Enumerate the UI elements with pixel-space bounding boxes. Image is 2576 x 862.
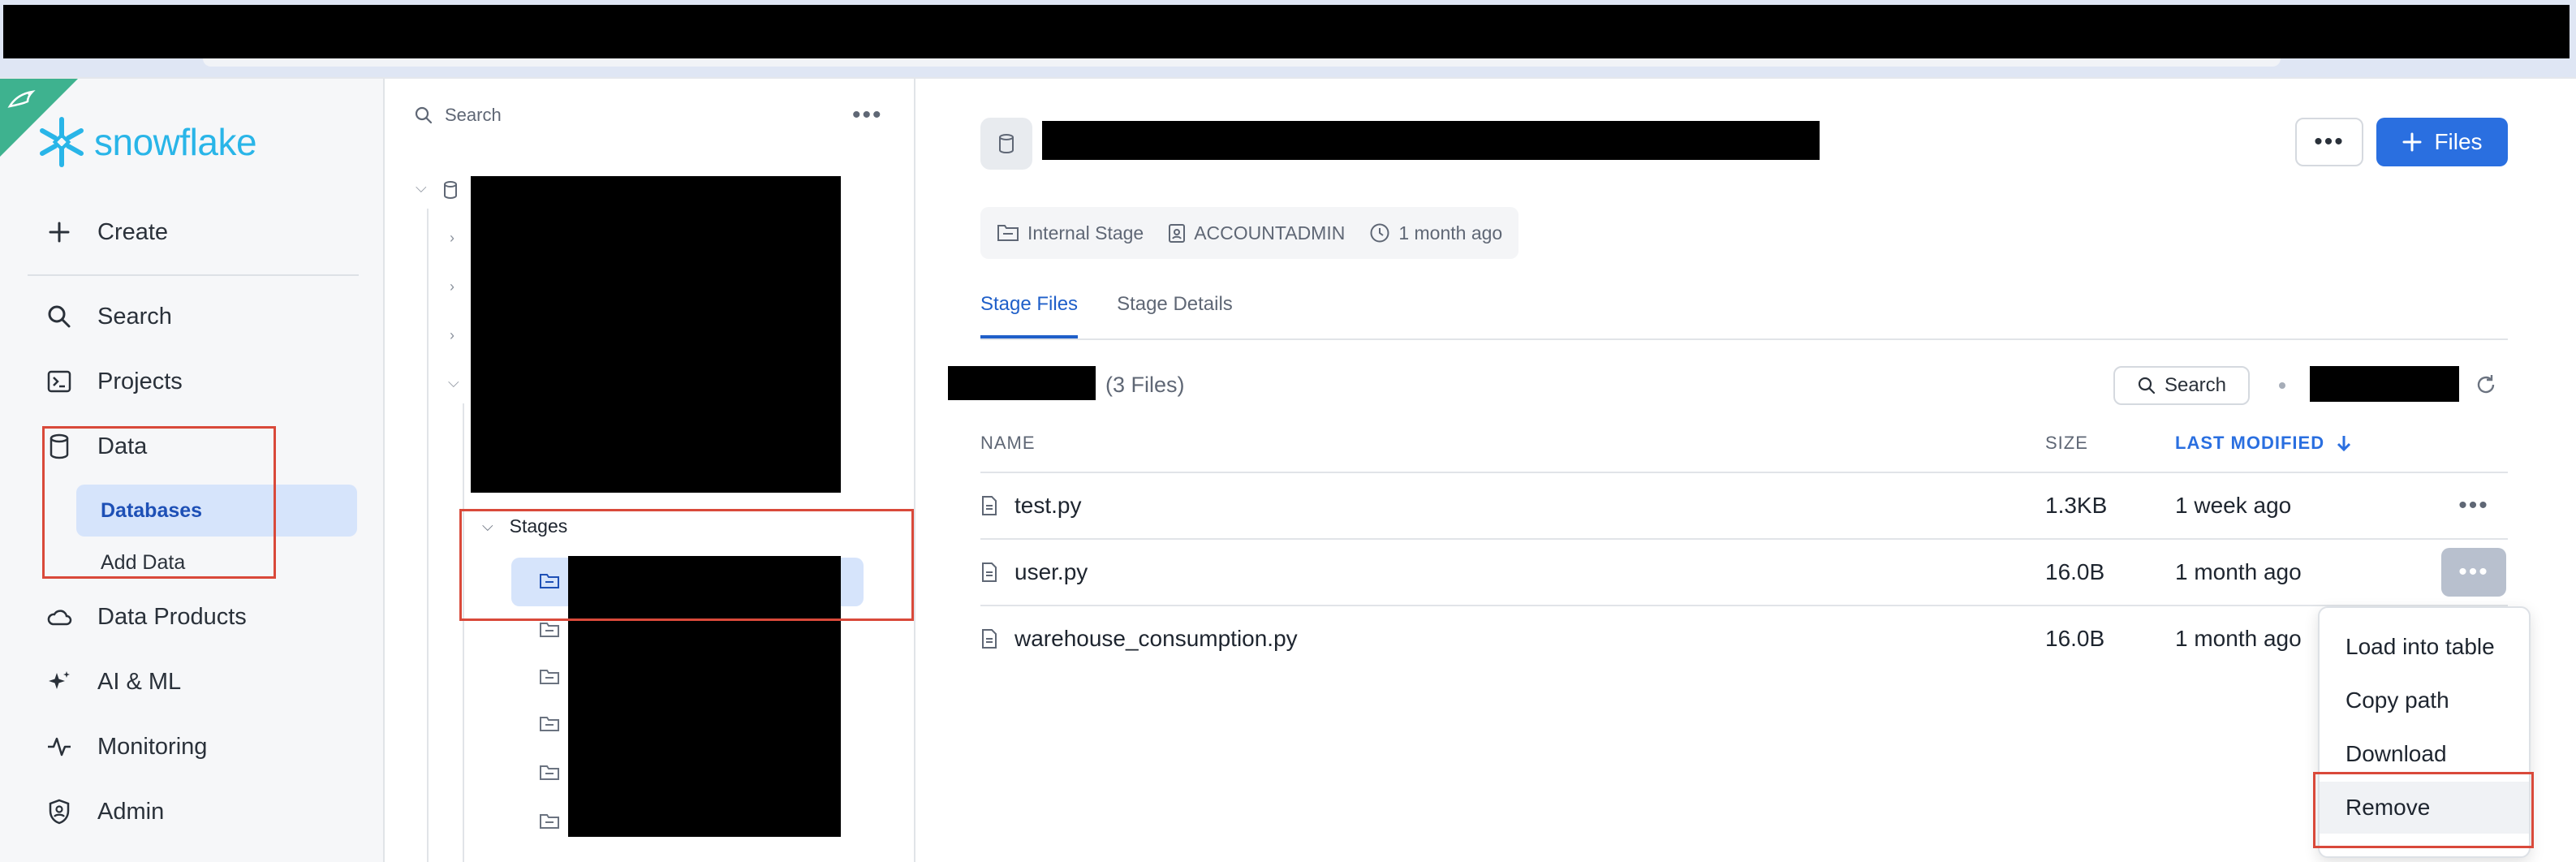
refresh-icon[interactable] bbox=[2474, 373, 2498, 397]
tree-search-placeholder: Search bbox=[445, 105, 502, 125]
file-name: user.py bbox=[1014, 559, 1088, 584]
file-name: test.py bbox=[1014, 493, 1082, 518]
file-icon bbox=[982, 496, 997, 515]
arrow-down-icon bbox=[2337, 436, 2351, 452]
file-size: 16.0B bbox=[2045, 559, 2105, 584]
tree-search[interactable]: Search bbox=[414, 105, 502, 126]
plus-icon bbox=[2402, 132, 2422, 152]
create-button[interactable]: Create bbox=[45, 218, 168, 246]
nav-item-ai-ml[interactable]: AI & ML bbox=[45, 668, 181, 696]
snowflake-icon bbox=[40, 117, 84, 167]
separator-dot bbox=[2279, 382, 2285, 389]
redacted-tree-items bbox=[471, 176, 841, 493]
sparkle-icon bbox=[45, 668, 73, 696]
top-bar bbox=[0, 0, 2576, 79]
column-header-last-modified[interactable]: LAST MODIFIED bbox=[2175, 433, 2352, 454]
row-actions-button[interactable]: ••• bbox=[2441, 481, 2506, 530]
file-icon bbox=[982, 562, 997, 582]
tab-stage-details[interactable]: Stage Details bbox=[1117, 293, 1233, 338]
create-label: Create bbox=[97, 218, 169, 245]
chevron-down-icon[interactable]: ⌵ bbox=[416, 179, 427, 196]
file-count: (3 Files) bbox=[1105, 373, 1185, 397]
stage-icon bbox=[540, 670, 559, 684]
shield-icon bbox=[45, 798, 73, 825]
highlight-box bbox=[42, 426, 276, 579]
search-icon bbox=[415, 106, 433, 124]
meta-modified: 1 month ago bbox=[1369, 222, 1502, 244]
column-header-name[interactable]: NAME bbox=[980, 433, 1036, 454]
file-size: 1.3KB bbox=[2045, 493, 2108, 518]
nav-label: Search bbox=[97, 303, 172, 330]
stage-icon bbox=[540, 623, 559, 637]
redacted-path bbox=[948, 366, 1096, 400]
snowflake-logo[interactable]: snowflake bbox=[36, 116, 257, 168]
database-icon bbox=[444, 181, 457, 199]
stage-icon bbox=[540, 814, 559, 829]
file-size: 16.0B bbox=[2045, 626, 2105, 651]
table-row[interactable]: user.py bbox=[980, 556, 1088, 588]
redacted-stage-title bbox=[1042, 121, 1820, 160]
file-modified: 1 month ago bbox=[2175, 559, 2302, 584]
nav-item-projects[interactable]: Projects bbox=[45, 368, 183, 395]
badge-icon bbox=[1169, 224, 1186, 243]
files-search-button[interactable]: Search bbox=[2113, 366, 2250, 405]
stage-icon bbox=[540, 717, 559, 731]
table-row[interactable]: warehouse_consumption.py bbox=[980, 623, 1298, 655]
bird-icon bbox=[7, 90, 36, 108]
header-strip bbox=[203, 58, 2281, 67]
search-icon bbox=[45, 303, 73, 330]
tree-more-button[interactable]: ••• bbox=[852, 101, 883, 129]
nav-item-search[interactable]: Search bbox=[45, 303, 172, 330]
nav-label: Data Products bbox=[97, 603, 247, 630]
nav-label: Monitoring bbox=[97, 733, 208, 760]
meta-stage-type: Internal Stage bbox=[997, 222, 1144, 244]
stage-type-icon bbox=[980, 118, 1032, 170]
stage-tabs: Stage Files Stage Details bbox=[980, 293, 1233, 338]
object-tree-panel: Search ••• ⌵ › › › ⌵ ⌵ Stages bbox=[385, 79, 915, 862]
add-files-button[interactable]: Files bbox=[2376, 118, 2508, 166]
clock-icon bbox=[1370, 223, 1389, 243]
tab-stage-files[interactable]: Stage Files bbox=[980, 293, 1079, 338]
column-header-size[interactable]: SIZE bbox=[2045, 433, 2088, 454]
table-row[interactable]: test.py bbox=[980, 489, 1081, 522]
file-icon bbox=[982, 629, 997, 649]
brand-name: snowflake bbox=[94, 121, 257, 163]
activity-icon bbox=[45, 733, 73, 761]
nav-item-monitoring[interactable]: Monitoring bbox=[45, 733, 207, 761]
file-name: warehouse_consumption.py bbox=[1014, 626, 1298, 651]
file-modified: 1 week ago bbox=[2175, 493, 2292, 518]
stage-icon bbox=[997, 225, 1019, 241]
plus-icon bbox=[45, 218, 73, 246]
nav-label: Admin bbox=[97, 798, 165, 825]
nav-item-data-products[interactable]: Data Products bbox=[45, 603, 247, 631]
chevron-right-icon[interactable]: › bbox=[450, 278, 454, 295]
menu-item-copy-path[interactable]: Copy path bbox=[2320, 675, 2529, 726]
highlight-box bbox=[2313, 772, 2534, 848]
row-actions-button[interactable]: ••• bbox=[2441, 548, 2506, 597]
file-modified: 1 month ago bbox=[2175, 626, 2302, 651]
more-actions-button[interactable]: ••• bbox=[2295, 118, 2363, 166]
highlight-box bbox=[459, 509, 914, 621]
stage-detail-panel: ••• Files Internal Stage ACCOUNTADMIN 1 … bbox=[915, 79, 2576, 862]
cloud-icon bbox=[45, 603, 73, 631]
stage-meta: Internal Stage ACCOUNTADMIN 1 month ago bbox=[980, 207, 1519, 259]
nav-label: Projects bbox=[97, 368, 183, 394]
nav-item-admin[interactable]: Admin bbox=[45, 798, 164, 825]
chevron-right-icon[interactable]: › bbox=[450, 230, 454, 247]
nav-label: AI & ML bbox=[97, 668, 182, 695]
meta-owner: ACCOUNTADMIN bbox=[1168, 222, 1345, 244]
menu-item-load-into-table[interactable]: Load into table bbox=[2320, 621, 2529, 673]
stage-icon bbox=[540, 765, 559, 780]
redacted-header bbox=[3, 5, 2570, 58]
terminal-icon bbox=[45, 368, 73, 395]
redacted-filter bbox=[2310, 366, 2459, 402]
search-icon bbox=[2138, 377, 2156, 394]
files-button-label: Files bbox=[2434, 129, 2483, 154]
chevron-down-icon[interactable]: ⌵ bbox=[448, 374, 459, 391]
left-nav: snowflake Create Search Projects Data Da… bbox=[0, 79, 385, 862]
chevron-right-icon[interactable]: › bbox=[450, 327, 454, 344]
